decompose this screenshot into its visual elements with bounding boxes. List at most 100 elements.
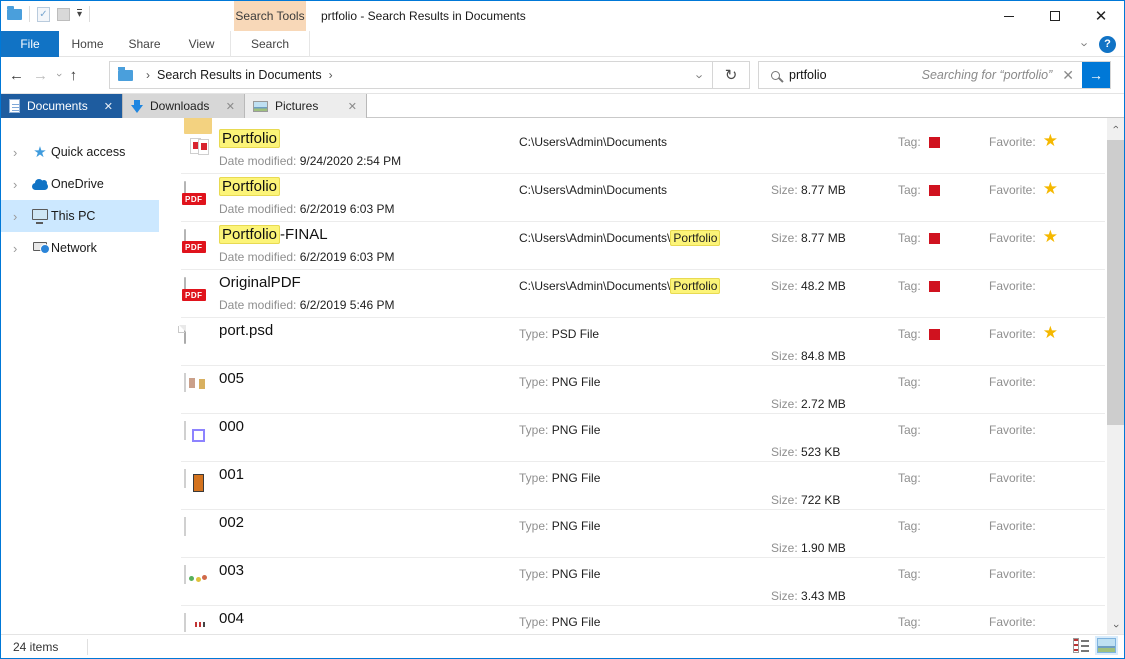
expand-chevron-icon[interactable]: › (13, 241, 17, 256)
properties-icon[interactable]: ✓ (37, 7, 50, 22)
location-folder-icon (118, 70, 133, 81)
close-button[interactable]: ✕ (1078, 1, 1124, 31)
large-icons-view-icon[interactable] (1097, 638, 1116, 653)
type-value: PNG File (552, 423, 601, 437)
red-tag-icon[interactable] (929, 137, 940, 148)
file-row[interactable]: 005Type: PNG FileSize: 2.72 MBTag:Favori… (159, 366, 1109, 414)
file-name[interactable]: 005 (219, 370, 244, 387)
file-path-part: C:\Users\Admin\Documents (519, 183, 667, 197)
file-tag: Tag: (898, 231, 940, 245)
type-label: Type: (519, 423, 552, 437)
date-modified: Date modified: 9/24/2020 2:54 PM (219, 154, 401, 168)
close-tab-icon[interactable]: ✕ (226, 100, 235, 113)
documents-tab-icon (9, 99, 20, 113)
favorite-star-icon[interactable]: ★ (1043, 132, 1058, 149)
forward-button[interactable]: → (33, 67, 48, 84)
file-favorite: Favorite:★ (989, 132, 1058, 149)
file-row[interactable]: PDFPortfolio-FINALDate modified: 6/2/201… (159, 222, 1109, 270)
folder-tab-pictures[interactable]: Pictures ✕ (245, 94, 367, 118)
search-box[interactable]: prtfolio Searching for “portfolio” ✕ → (758, 61, 1111, 89)
file-row[interactable]: 003Type: PNG FileSize: 3.43 MBTag:Favori… (159, 558, 1109, 606)
file-name[interactable]: Portfolio (219, 178, 280, 195)
search-input[interactable]: prtfolio (789, 68, 922, 82)
collapse-ribbon-icon[interactable]: › (1077, 42, 1092, 46)
tag-label: Tag: (898, 519, 921, 533)
address-dropdown-icon[interactable]: › (692, 74, 707, 78)
tab-view[interactable]: View (173, 31, 230, 57)
file-name[interactable]: Portfolio (219, 130, 280, 147)
favorite-star-icon[interactable]: ★ (1043, 180, 1058, 197)
file-name[interactable]: 004 (219, 610, 244, 627)
breadcrumb[interactable]: Search Results in Documents (157, 68, 322, 82)
sidebar-item-quick-access[interactable]: ›★Quick access (1, 136, 159, 168)
file-row[interactable]: PDFOriginalPDFDate modified: 6/2/2019 5:… (159, 270, 1109, 318)
file-type: Type: PNG File (519, 519, 600, 533)
vertical-scrollbar[interactable]: › › (1107, 118, 1124, 634)
expand-chevron-icon[interactable]: › (13, 209, 17, 224)
recent-locations-dropdown-icon[interactable]: › (53, 73, 65, 77)
file-name[interactable]: 001 (219, 466, 244, 483)
size-value: 8.77 MB (801, 231, 846, 245)
close-tab-icon[interactable]: ✕ (348, 100, 357, 113)
scrollbar-thumb[interactable] (1107, 140, 1124, 425)
favorite-star-icon[interactable]: ★ (1043, 228, 1058, 245)
tab-search[interactable]: Search (230, 31, 310, 57)
red-tag-icon[interactable] (929, 233, 940, 244)
file-row[interactable]: 000Type: PNG FileSize: 523 KBTag:Favorit… (159, 414, 1109, 462)
file-name[interactable]: 002 (219, 514, 244, 531)
new-folder-icon[interactable] (57, 8, 70, 21)
clear-search-icon[interactable]: ✕ (1062, 67, 1074, 84)
expand-chevron-icon[interactable]: › (13, 145, 17, 160)
file-type: Type: PNG File (519, 615, 600, 629)
file-name[interactable]: port.psd (219, 322, 273, 339)
close-tab-icon[interactable]: ✕ (104, 100, 113, 113)
scroll-down-icon[interactable]: › (1107, 617, 1124, 634)
size-label: Size: (771, 541, 801, 555)
file-row[interactable]: 004Type: PNG FileTag:Favorite: (159, 606, 1109, 634)
file-name[interactable]: OriginalPDF (219, 274, 301, 291)
scroll-up-icon[interactable]: › (1107, 118, 1124, 135)
details-view-icon[interactable] (1074, 639, 1089, 653)
expand-chevron-icon[interactable]: › (13, 177, 17, 192)
folder-tab-downloads[interactable]: Downloads✕ (123, 94, 245, 118)
favorite-star-icon[interactable]: ★ (1043, 324, 1058, 341)
file-name[interactable]: Portfolio-FINAL (219, 226, 328, 243)
minimize-button[interactable] (986, 1, 1032, 31)
this-pc-icon (31, 212, 49, 220)
file-name[interactable]: 003 (219, 562, 244, 579)
refresh-button[interactable]: ↻ (712, 61, 750, 89)
file-row[interactable]: Portfolio Date modified: 9/24/2020 2:54 P… (159, 126, 1109, 174)
file-size: Size: 8.77 MB (771, 183, 846, 197)
image-thumbnail-icon (184, 613, 186, 632)
tab-home[interactable]: Home (59, 31, 116, 57)
help-icon[interactable]: ? (1099, 36, 1116, 53)
maximize-button[interactable] (1032, 1, 1078, 31)
folder-tab-documents[interactable]: Documents✕ (1, 94, 123, 118)
red-tag-icon[interactable] (929, 329, 940, 340)
back-button[interactable]: ← (9, 67, 24, 84)
red-tag-icon[interactable] (929, 281, 940, 292)
tab-share[interactable]: Share (116, 31, 173, 57)
up-button[interactable]: ↑ (70, 67, 78, 84)
file-name[interactable]: 000 (219, 418, 244, 435)
folder-tab-label: Pictures (275, 99, 318, 113)
customize-qat-dropdown-icon[interactable]: ▾ (77, 9, 82, 19)
tab-file[interactable]: File (1, 31, 59, 57)
file-row[interactable]: PDFPortfolioDate modified: 6/2/2019 6:03… (159, 174, 1109, 222)
file-favorite: Favorite: (989, 276, 1036, 293)
search-go-button[interactable]: → (1082, 62, 1110, 88)
type-label: Type: (519, 519, 552, 533)
red-tag-icon[interactable] (929, 185, 940, 196)
sidebar-item-this-pc[interactable]: ›This PC (1, 200, 159, 232)
date-modified-label: Date modified: (219, 298, 300, 312)
sidebar-item-network[interactable]: ›Network (1, 232, 159, 264)
file-row[interactable]: 002Type: PNG FileSize: 1.90 MBTag:Favori… (159, 510, 1109, 558)
file-path: C:\Users\Admin\Documents\Portfolio (519, 279, 720, 293)
file-name-part: 005 (219, 370, 244, 387)
file-row[interactable]: 001Type: PNG FileSize: 722 KBTag:Favorit… (159, 462, 1109, 510)
sidebar-item-onedrive[interactable]: ›OneDrive (1, 168, 159, 200)
file-row[interactable]: port.psdType: PSD FileSize: 84.8 MBTag:F… (159, 318, 1109, 366)
search-tools-contextual-tab[interactable]: Search Tools (234, 1, 306, 31)
address-bar[interactable]: › Search Results in Documents › › (109, 61, 713, 89)
breadcrumb-chevron-icon[interactable]: › (329, 68, 333, 82)
